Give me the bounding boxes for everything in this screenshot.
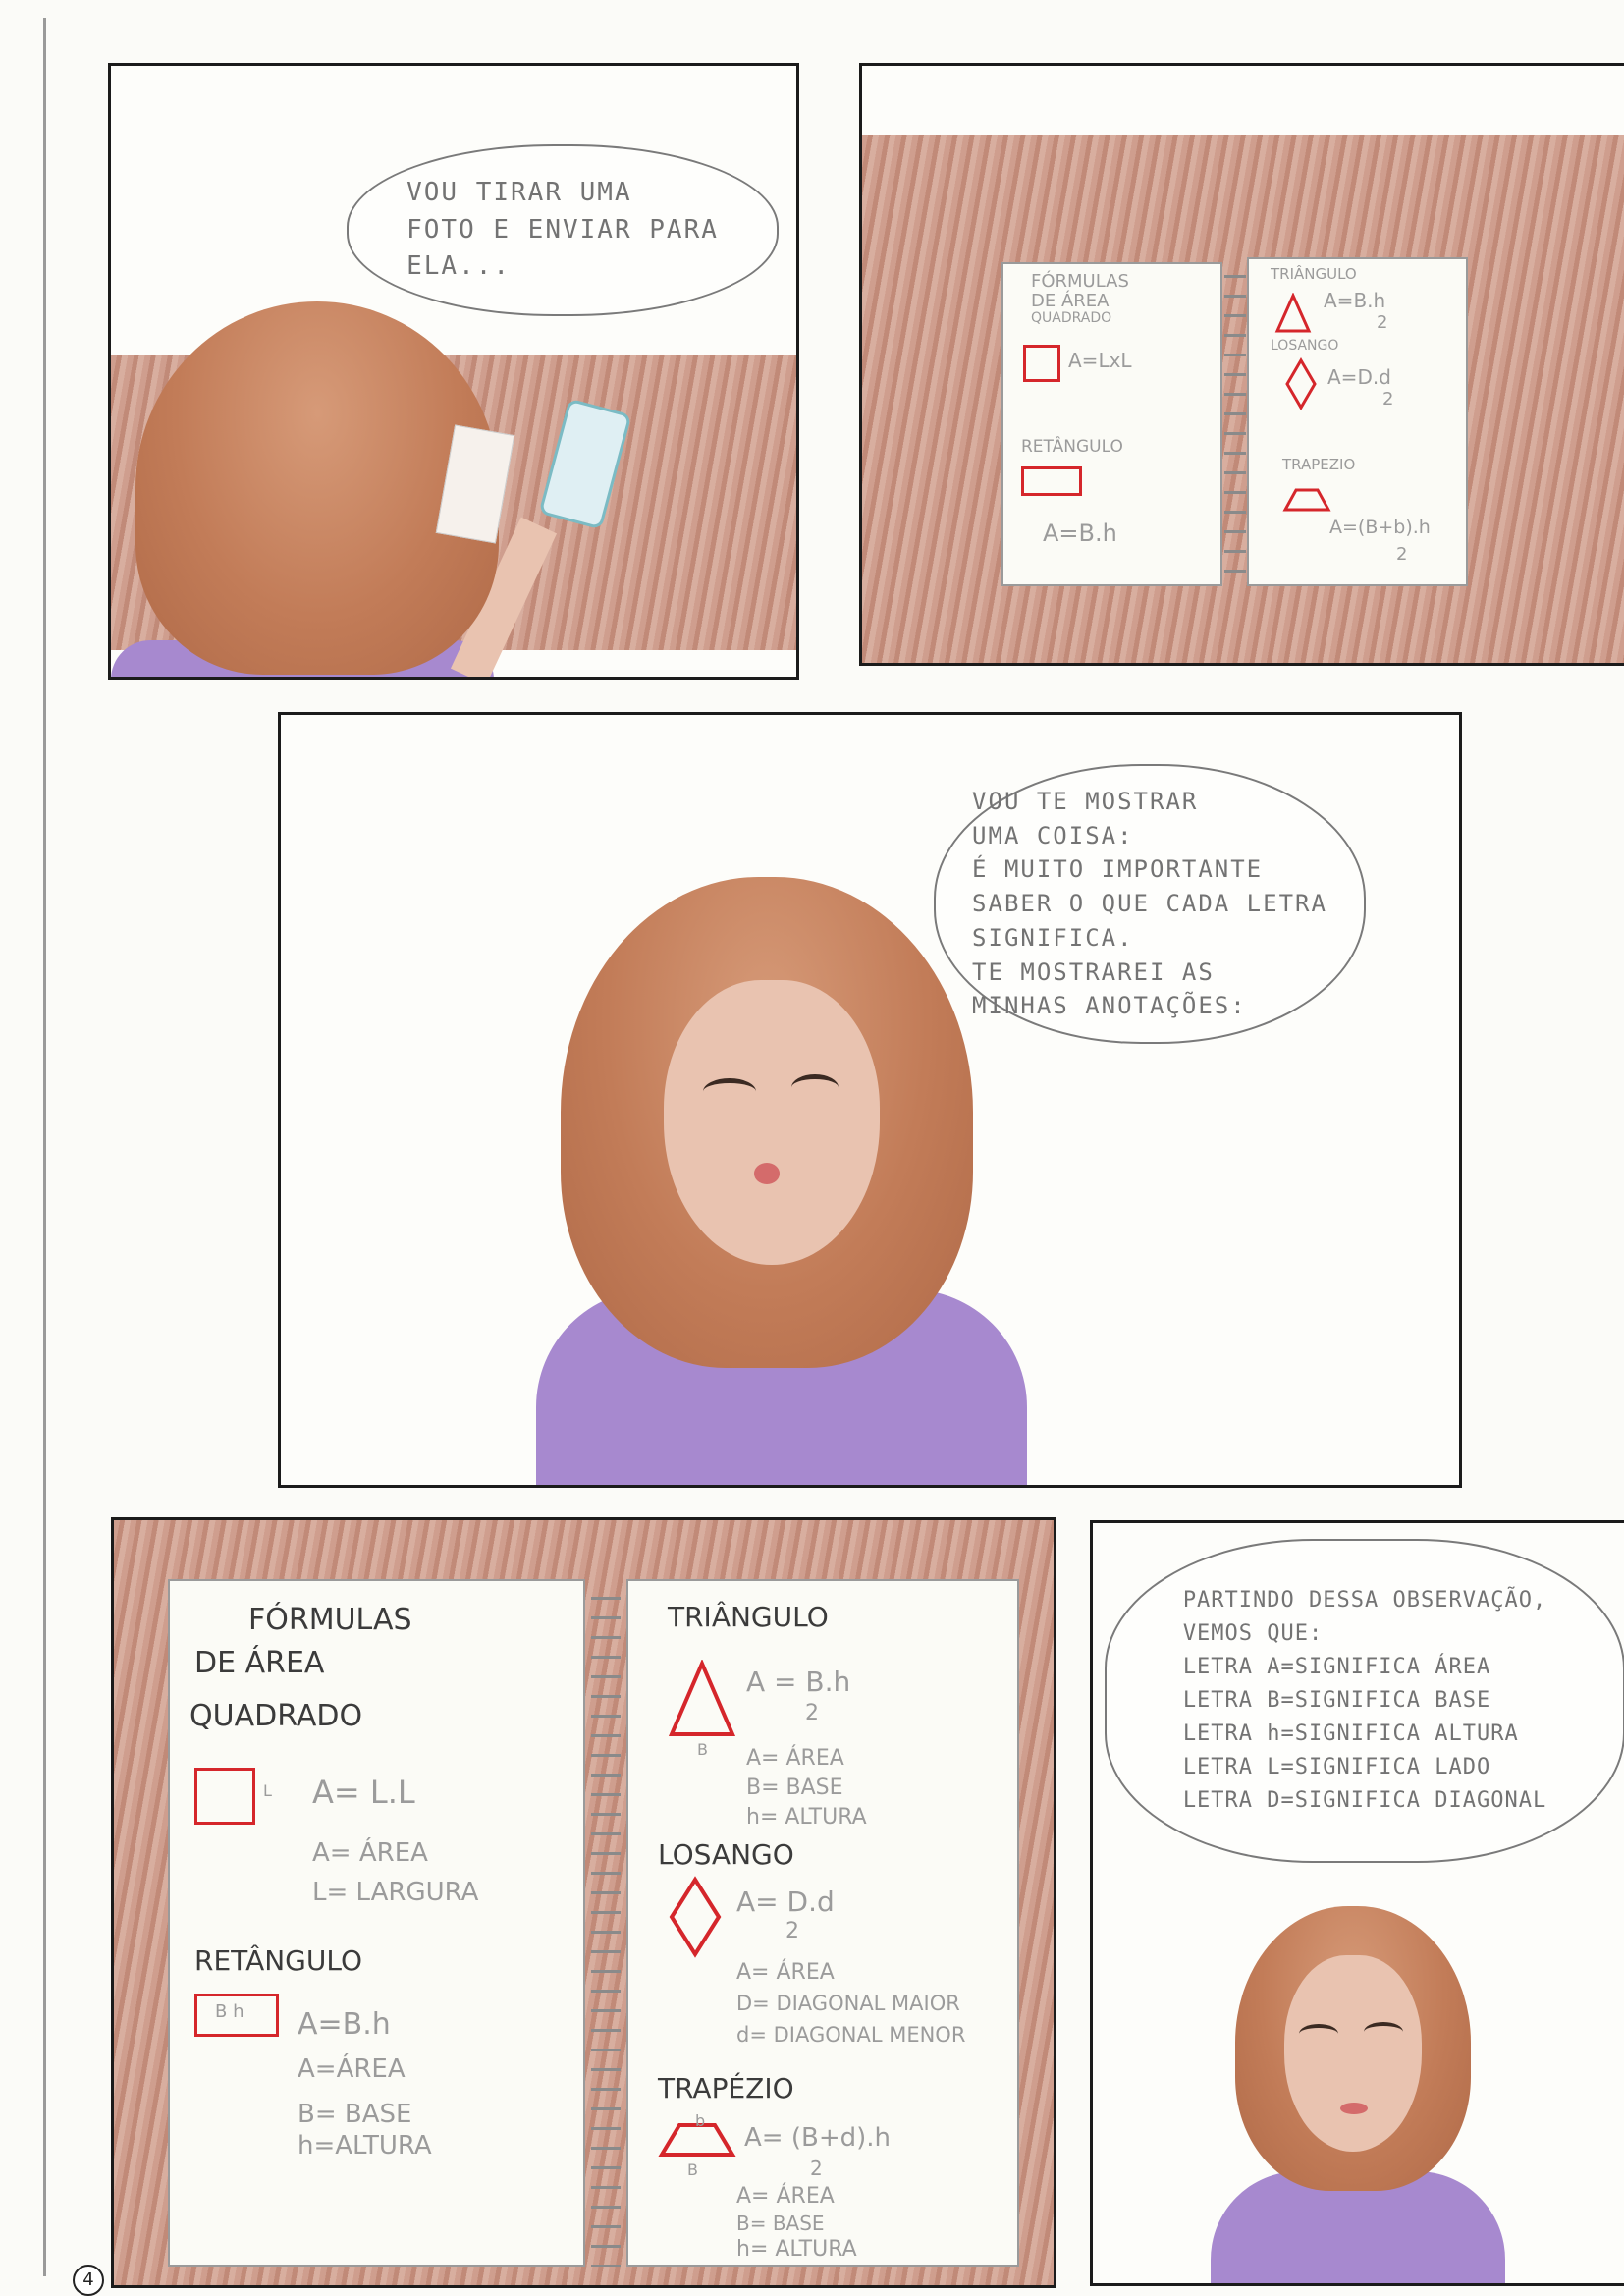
formula-losango-den: 2 [1382,389,1394,410]
panel-2: FÓRMULAS DE ÁREA QUADRADO A=LxL RETÂNGUL… [859,63,1624,666]
label-losango: LOSANGO [658,1838,794,1871]
trapezoid-shape [1282,488,1331,512]
speech-line: ELA... [406,251,512,282]
legend-line: A= ÁREA [312,1838,428,1868]
notes-title-line: FÓRMULAS [248,1603,412,1637]
rectangle-shape [1021,466,1082,496]
square-shape [1023,345,1060,382]
eye-right [791,1074,839,1101]
notebook-right-page: TRIÂNGULO B A = B.h 2 A= ÁREA B= BASE h=… [626,1579,1019,2267]
notebook-right-page: TRIÂNGULO A=B.h 2 LOSANGO A=D.d 2 TRAPEZ… [1247,257,1468,586]
page-number: 4 [73,2265,104,2296]
face [1284,1955,1422,2152]
speech-bubble-5: PARTINDO DESSA OBSERVAÇÃO, VEMOS QUE: LE… [1105,1539,1624,1863]
speech-line: PARTINDO DESSA OBSERVAÇÃO, [1182,1587,1547,1613]
formula-retangulo: A=B.h [1043,519,1117,547]
triangle-base-label: B [697,1740,708,1759]
panel-5: PARTINDO DESSA OBSERVAÇÃO, VEMOS QUE: LE… [1090,1520,1624,2286]
formula-triangulo-den: 2 [805,1701,819,1725]
formula-quadrado: A=LxL [1068,349,1132,372]
speech-bubble-1: VOU TIRAR UMA FOTO E ENVIAR PARA ELA... [347,144,779,316]
speech-line: UMA COISA: [972,821,1134,849]
notes-title-line: DE ÁREA [194,1646,325,1680]
notebook-left-page: FÓRMULAS DE ÁREA QUADRADO A=LxL RETÂNGUL… [1001,262,1222,586]
notebook-spiral [1224,267,1246,581]
speech-line: LETRA D=SIGNIFICA DIAGONAL [1182,1788,1547,1814]
panel-1: VOU TIRAR UMA FOTO E ENVIAR PARA ELA... [108,63,799,680]
square-side-label: L [263,1781,272,1800]
notebook-margin-line [43,18,46,2276]
formula-triangulo: A = B.h [746,1666,851,1698]
panel-4: FÓRMULAS DE ÁREA QUADRADO L A= L.L A= ÁR… [111,1517,1056,2288]
triangle-shape [668,1660,736,1736]
legend-line: h= ALTURA [746,1805,867,1830]
legend-line: A=ÁREA [298,2054,406,2084]
notebook-left-page: FÓRMULAS DE ÁREA QUADRADO L A= L.L A= ÁR… [168,1579,585,2267]
formula-losango: A=D.d [1327,365,1391,389]
face [664,980,880,1265]
speech-line: VOU TE MOSTRAR [972,787,1199,815]
notes-title-line: FÓRMULAS [1031,271,1129,292]
eye-right [1364,2022,1403,2042]
notes-title-line: DE ÁREA [1031,290,1110,311]
eye-left [1299,2024,1338,2044]
formula-triangulo: A=B.h [1324,289,1386,312]
trapezoid-top-label: b [695,2111,706,2130]
label-trapezio: TRAPÉZIO [658,2072,794,2105]
speech-line: LETRA h=SIGNIFICA ALTURA [1182,1722,1519,1747]
label-quadrado: QUADRADO [1031,309,1112,326]
legend-line: h=ALTURA [298,2131,432,2160]
speech-line: LETRA A=SIGNIFICA ÁREA [1182,1654,1491,1679]
label-quadrado: QUADRADO [189,1699,363,1733]
legend-line: B= BASE [298,2100,412,2129]
speech-line: É MUITO IMPORTANTE [972,855,1264,884]
speech-line: LETRA B=SIGNIFICA BASE [1182,1687,1491,1713]
legend-line: A= ÁREA [736,1960,835,1985]
label-triangulo: TRIÂNGULO [668,1601,829,1633]
speech-line: LETRA L=SIGNIFICA LADO [1182,1755,1491,1780]
legend-line: L= LARGURA [312,1878,479,1907]
formula-quadrado: A= L.L [312,1774,415,1811]
formula-losango: A= D.d [736,1886,835,1918]
legend-line: B= BASE [736,2212,825,2235]
speech-line: VEMOS QUE: [1182,1620,1324,1646]
legend-line: D= DIAGONAL MAIOR [736,1992,960,2015]
formula-trapezio-den: 2 [810,2157,823,2180]
legend-line: h= ALTURA [736,2237,857,2262]
rhombus-shape [669,1876,722,1958]
speech-bubble-3: VOU TE MOSTRAR UMA COISA: É MUITO IMPORT… [934,764,1366,1044]
speech-line: TE MOSTRAREI AS [972,957,1215,986]
mouth [1340,2103,1368,2114]
formula-trapezio: A= (B+d).h [744,2123,891,2153]
formula-losango-den: 2 [785,1919,799,1943]
speech-line: MINHAS ANOTAÇÕES: [972,992,1247,1020]
speech-line: SABER O QUE CADA LETRA [972,890,1327,918]
formula-trapezio: A=(B+b).h [1329,517,1431,538]
speech-line: FOTO E ENVIAR PARA [406,214,719,245]
triangle-shape [1274,293,1312,333]
panel-3: VOU TE MOSTRAR UMA COISA: É MUITO IMPORT… [278,712,1462,1488]
legend-line: B= BASE [746,1776,843,1800]
label-triangulo: TRIÂNGULO [1271,265,1357,283]
label-trapezio: TRAPEZIO [1282,456,1356,473]
formula-retangulo: A=B.h [298,2007,391,2042]
label-losango: LOSANGO [1271,338,1339,354]
rhombus-shape [1285,357,1317,410]
speech-line: SIGNIFICA. [972,923,1134,952]
formula-trapezio-den: 2 [1396,544,1408,565]
notebook-spiral [591,1589,621,2267]
mouth [754,1163,780,1184]
legend-line: A= ÁREA [746,1746,844,1771]
rectangle-inner-label: B h [215,2001,244,2022]
speech-line: VOU TIRAR UMA [406,177,632,207]
label-retangulo: RETÂNGULO [194,1944,363,1977]
label-retangulo: RETÂNGULO [1021,437,1123,457]
legend-line: d= DIAGONAL MENOR [736,2023,966,2047]
trapezoid-base-label: B [687,2160,698,2179]
formula-triangulo-den: 2 [1377,312,1388,333]
square-shape [194,1768,255,1825]
eye-left [703,1078,756,1105]
legend-line: A= ÁREA [736,2184,835,2209]
